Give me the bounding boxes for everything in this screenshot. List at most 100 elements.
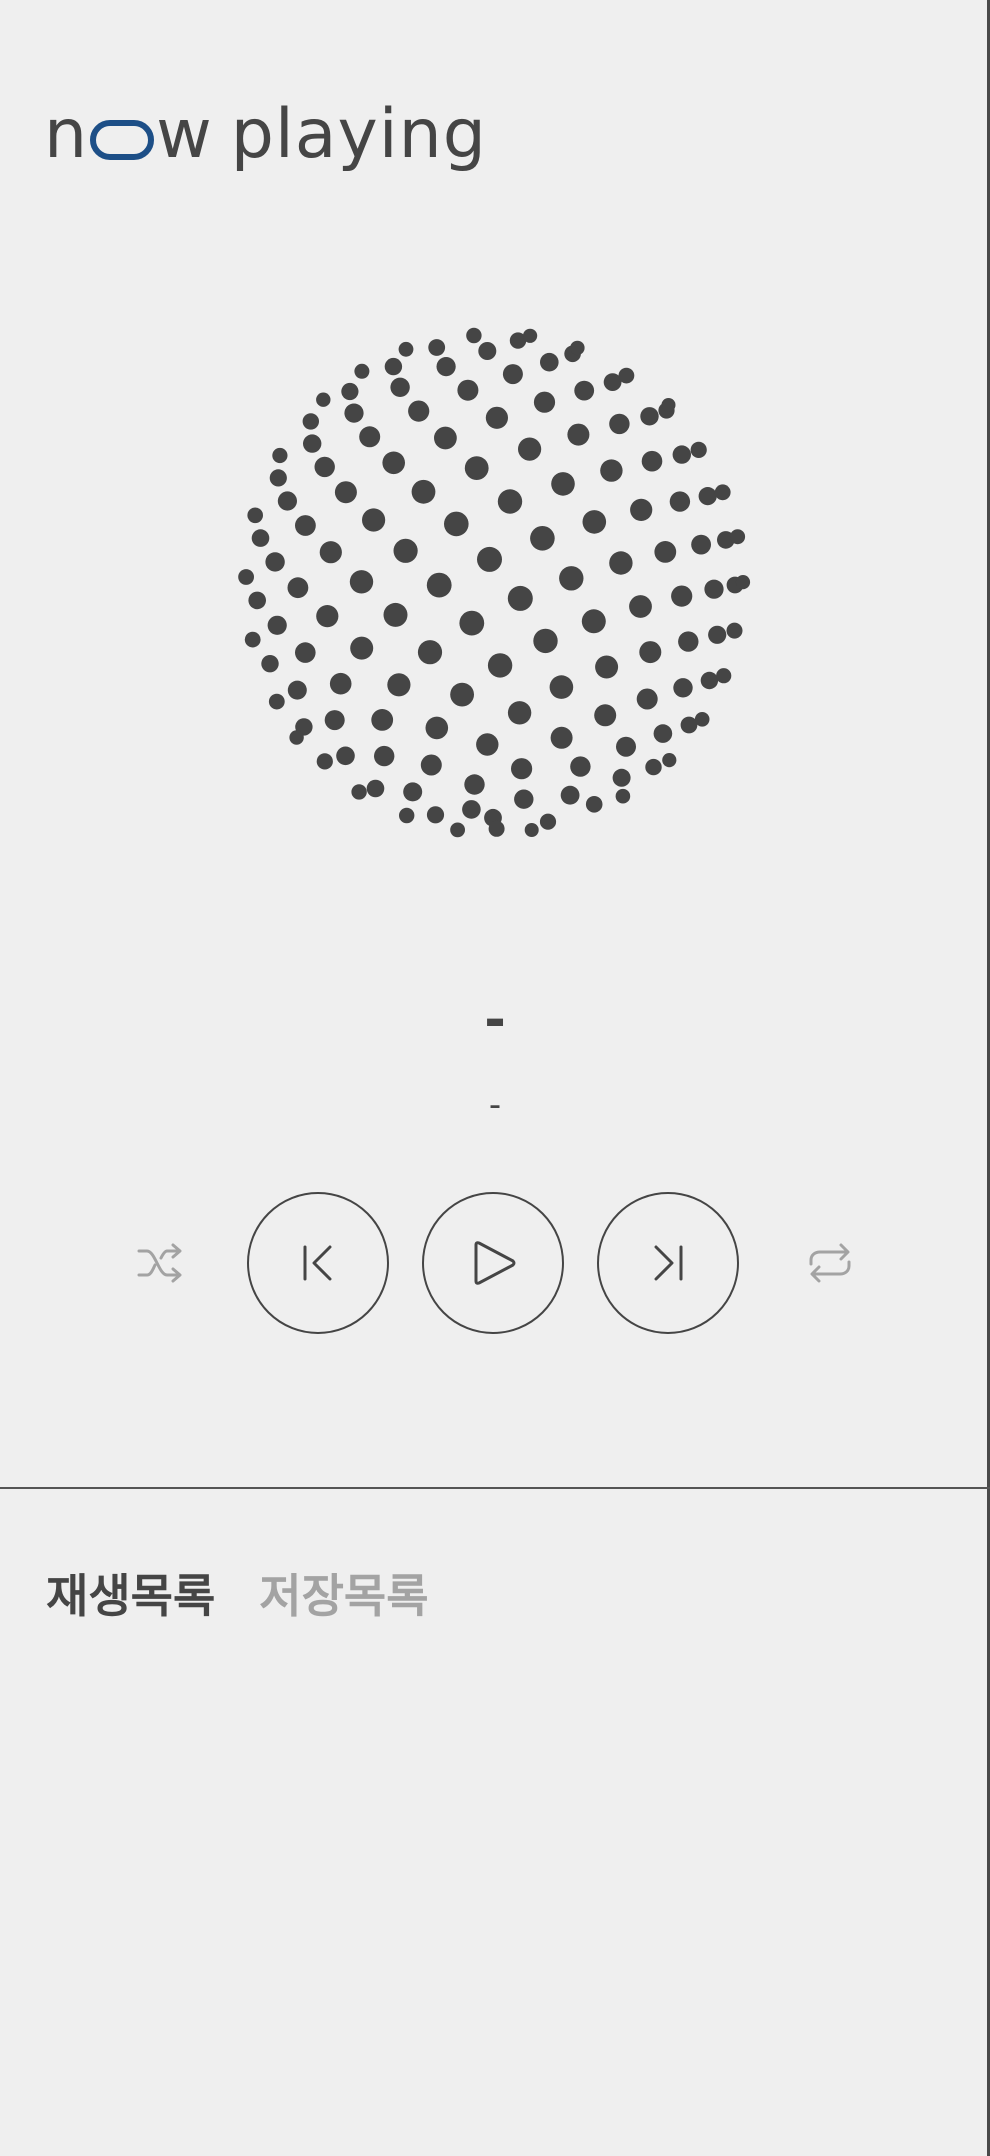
sphere-dot	[334, 481, 357, 504]
sphere-dot	[277, 491, 297, 511]
tab-saved-list[interactable]: 저장목록	[259, 1560, 428, 1626]
sphere-dot	[514, 789, 534, 809]
sphere-dot	[464, 774, 485, 795]
sphere-dot	[609, 551, 633, 575]
sphere-dot	[533, 628, 558, 654]
sphere-dot	[487, 653, 513, 678]
sphere-dot	[641, 450, 663, 472]
sphere-dot	[434, 426, 457, 450]
sphere-dot	[502, 364, 523, 385]
sphere-dot	[444, 511, 469, 537]
sphere-dot	[594, 704, 617, 727]
sphere-dot	[600, 459, 623, 482]
sphere-dot	[640, 407, 659, 426]
sphere-dot	[669, 491, 691, 512]
sphere-dot	[680, 716, 698, 734]
sphere-dot	[691, 534, 711, 555]
playback-controls	[0, 1192, 990, 1334]
sphere-dot	[560, 785, 580, 805]
sphere-dot	[417, 640, 443, 665]
sphere-dot	[466, 327, 482, 344]
sphere-dot	[393, 538, 418, 563]
previous-button[interactable]	[247, 1192, 389, 1334]
sphere-dot	[694, 712, 710, 727]
sphere-dot	[507, 701, 532, 725]
sphere-dot	[735, 575, 751, 590]
sphere-dot	[336, 746, 355, 766]
sphere-dot	[714, 484, 731, 501]
next-button[interactable]	[597, 1192, 739, 1334]
sphere-dot	[371, 709, 394, 731]
sphere-dot	[272, 447, 288, 464]
sphere-dot	[265, 552, 285, 572]
sphere-dot	[672, 445, 691, 464]
sphere-dot	[616, 736, 636, 757]
sphere-dot	[261, 655, 279, 673]
sphere-dot	[398, 341, 414, 357]
sphere-dot	[366, 779, 385, 798]
sphere-dot	[540, 352, 559, 372]
sphere-dot	[533, 391, 556, 413]
sphere-dot	[570, 340, 585, 356]
sphere-dot	[344, 403, 364, 423]
sphere-dot	[497, 489, 523, 514]
sphere-dot	[698, 487, 717, 506]
sphere-dot	[477, 546, 502, 572]
sphere-dot	[316, 753, 333, 770]
sphere-dot	[428, 339, 446, 356]
sphere-dot	[314, 456, 335, 478]
app-logo: n w playing	[44, 95, 487, 175]
sphere-dot	[629, 595, 652, 618]
logo-text-n: n	[44, 95, 89, 174]
skip-next-icon	[654, 1245, 683, 1281]
sphere-dot	[630, 498, 653, 521]
sphere-dot	[462, 800, 481, 819]
sphere-dot	[268, 693, 285, 710]
sphere-dot	[574, 380, 595, 401]
sphere-dot	[351, 784, 367, 800]
sphere-dot	[726, 622, 743, 639]
play-button[interactable]	[422, 1192, 564, 1334]
sphere-dot	[450, 682, 474, 707]
sphere-dot	[302, 413, 319, 430]
sphere-dot	[639, 641, 662, 664]
play-icon	[474, 1241, 516, 1285]
sphere-dot	[671, 585, 693, 607]
repeat-button[interactable]	[800, 1233, 860, 1293]
sphere-dot	[662, 753, 677, 768]
sphere-dot	[411, 479, 436, 504]
sphere-dot	[539, 813, 557, 830]
repeat-icon	[809, 1243, 851, 1283]
sphere-dot	[295, 642, 316, 663]
sphere-dot	[478, 342, 497, 360]
sphere-dot	[488, 820, 505, 837]
shuffle-button[interactable]	[130, 1233, 190, 1293]
sphere-dot	[425, 716, 449, 740]
tab-now-playlist[interactable]: 재생목록	[46, 1560, 215, 1626]
sphere-dot	[426, 806, 445, 824]
sphere-dot	[267, 615, 287, 635]
sphere-dot	[581, 609, 606, 634]
sphere-dot	[654, 541, 677, 563]
sphere-dot	[661, 398, 676, 412]
skip-previous-icon	[303, 1245, 332, 1281]
sphere-dot	[350, 636, 374, 660]
sphere-dot	[359, 426, 381, 448]
sphere-dot	[382, 451, 405, 475]
sphere-dot	[511, 758, 533, 780]
sphere-dot	[550, 726, 573, 749]
sphere-dot	[420, 754, 442, 776]
sphere-dot	[269, 469, 287, 487]
sphere-dot	[551, 472, 575, 496]
sphere-dot	[618, 367, 635, 384]
sphere-dot	[716, 668, 732, 684]
sphere-dot	[362, 508, 386, 532]
logo-text-playing: playing	[230, 95, 487, 174]
sphere-dot	[636, 688, 658, 710]
sphere-dot	[678, 631, 699, 652]
sphere-dot	[319, 541, 342, 564]
sphere-dot	[450, 822, 465, 838]
logo-text-w: w	[156, 95, 213, 174]
sphere-dot	[354, 363, 370, 379]
sphere-dot	[524, 823, 539, 837]
